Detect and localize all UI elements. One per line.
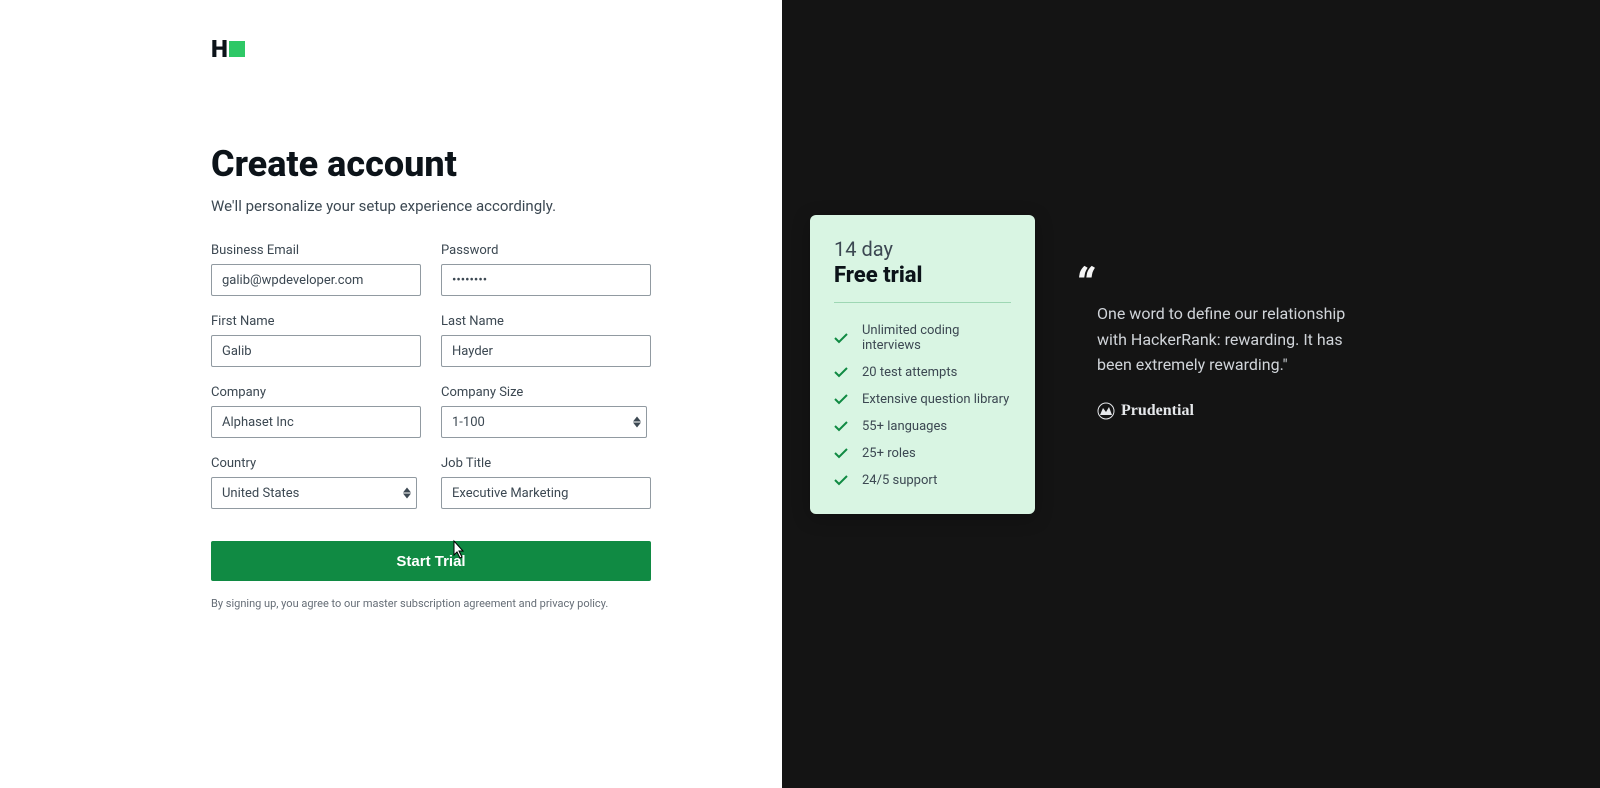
prudential-rock-icon [1097, 402, 1115, 420]
trial-feature-label: 24/5 support [862, 473, 937, 488]
page-subtitle: We'll personalize your setup experience … [211, 197, 782, 215]
start-trial-button[interactable]: Start Trial [211, 541, 651, 581]
business-email-label: Business Email [211, 243, 421, 258]
trial-card: 14 day Free trial Unlimited coding inter… [810, 215, 1035, 514]
page-title: Create account [211, 143, 782, 185]
trial-feature-label: Unlimited coding interviews [862, 323, 1011, 353]
logo: H [211, 35, 782, 63]
trial-feature-item: 55+ languages [834, 419, 1011, 434]
company-size-field-wrapper: Company Size [441, 385, 651, 438]
trial-feature-label: 55+ languages [862, 419, 947, 434]
job-title-input[interactable] [441, 477, 651, 509]
testimonial-brand-name: Prudential [1121, 402, 1194, 420]
company-size-label: Company Size [441, 385, 651, 400]
country-field-wrapper: Country [211, 456, 421, 509]
trial-divider [834, 302, 1011, 303]
company-field-wrapper: Company [211, 385, 421, 438]
company-label: Company [211, 385, 421, 400]
check-icon [834, 333, 848, 344]
last-name-input[interactable] [441, 335, 651, 367]
country-select[interactable] [211, 477, 417, 509]
logo-square-icon [229, 41, 245, 57]
signup-form: Business Email Password First Name Last … [211, 243, 651, 509]
first-name-label: First Name [211, 314, 421, 329]
country-label: Country [211, 456, 421, 471]
trial-feature-item: 20 test attempts [834, 365, 1011, 380]
trial-feature-label: 20 test attempts [862, 365, 957, 380]
testimonial-quote: One word to define our relationship with… [1097, 301, 1375, 378]
right-panel: 14 day Free trial Unlimited coding inter… [782, 0, 1600, 788]
check-icon [834, 421, 848, 432]
trial-feature-item: 24/5 support [834, 473, 1011, 488]
check-icon [834, 394, 848, 405]
trial-feature-label: Extensive question library [862, 392, 1009, 407]
left-panel: H Create account We'll personalize your … [0, 0, 782, 788]
job-title-field-wrapper: Job Title [441, 456, 651, 509]
company-input[interactable] [211, 406, 421, 438]
check-icon [834, 448, 848, 459]
testimonial-brand: Prudential [1097, 402, 1375, 420]
trial-feature-item: 25+ roles [834, 446, 1011, 461]
password-label: Password [441, 243, 651, 258]
business-email-field-wrapper: Business Email [211, 243, 421, 296]
trial-feature-label: 25+ roles [862, 446, 916, 461]
check-icon [834, 475, 848, 486]
last-name-field-wrapper: Last Name [441, 314, 651, 367]
first-name-input[interactable] [211, 335, 421, 367]
password-field-wrapper: Password [441, 243, 651, 296]
job-title-label: Job Title [441, 456, 651, 471]
company-size-select[interactable] [441, 406, 647, 438]
testimonial: “ One word to define our relationship wi… [1075, 263, 1375, 788]
trial-feature-item: Unlimited coding interviews [834, 323, 1011, 353]
terms-text: By signing up, you agree to our master s… [211, 597, 782, 610]
trial-top-line: 14 day [834, 237, 1011, 261]
business-email-input[interactable] [211, 264, 421, 296]
last-name-label: Last Name [441, 314, 651, 329]
trial-feature-item: Extensive question library [834, 392, 1011, 407]
check-icon [834, 367, 848, 378]
first-name-field-wrapper: First Name [211, 314, 421, 367]
trial-title: Free trial [834, 263, 1011, 288]
trial-features-list: Unlimited coding interviews 20 test atte… [834, 323, 1011, 488]
password-input[interactable] [441, 264, 651, 296]
logo-letter: H [211, 35, 227, 63]
